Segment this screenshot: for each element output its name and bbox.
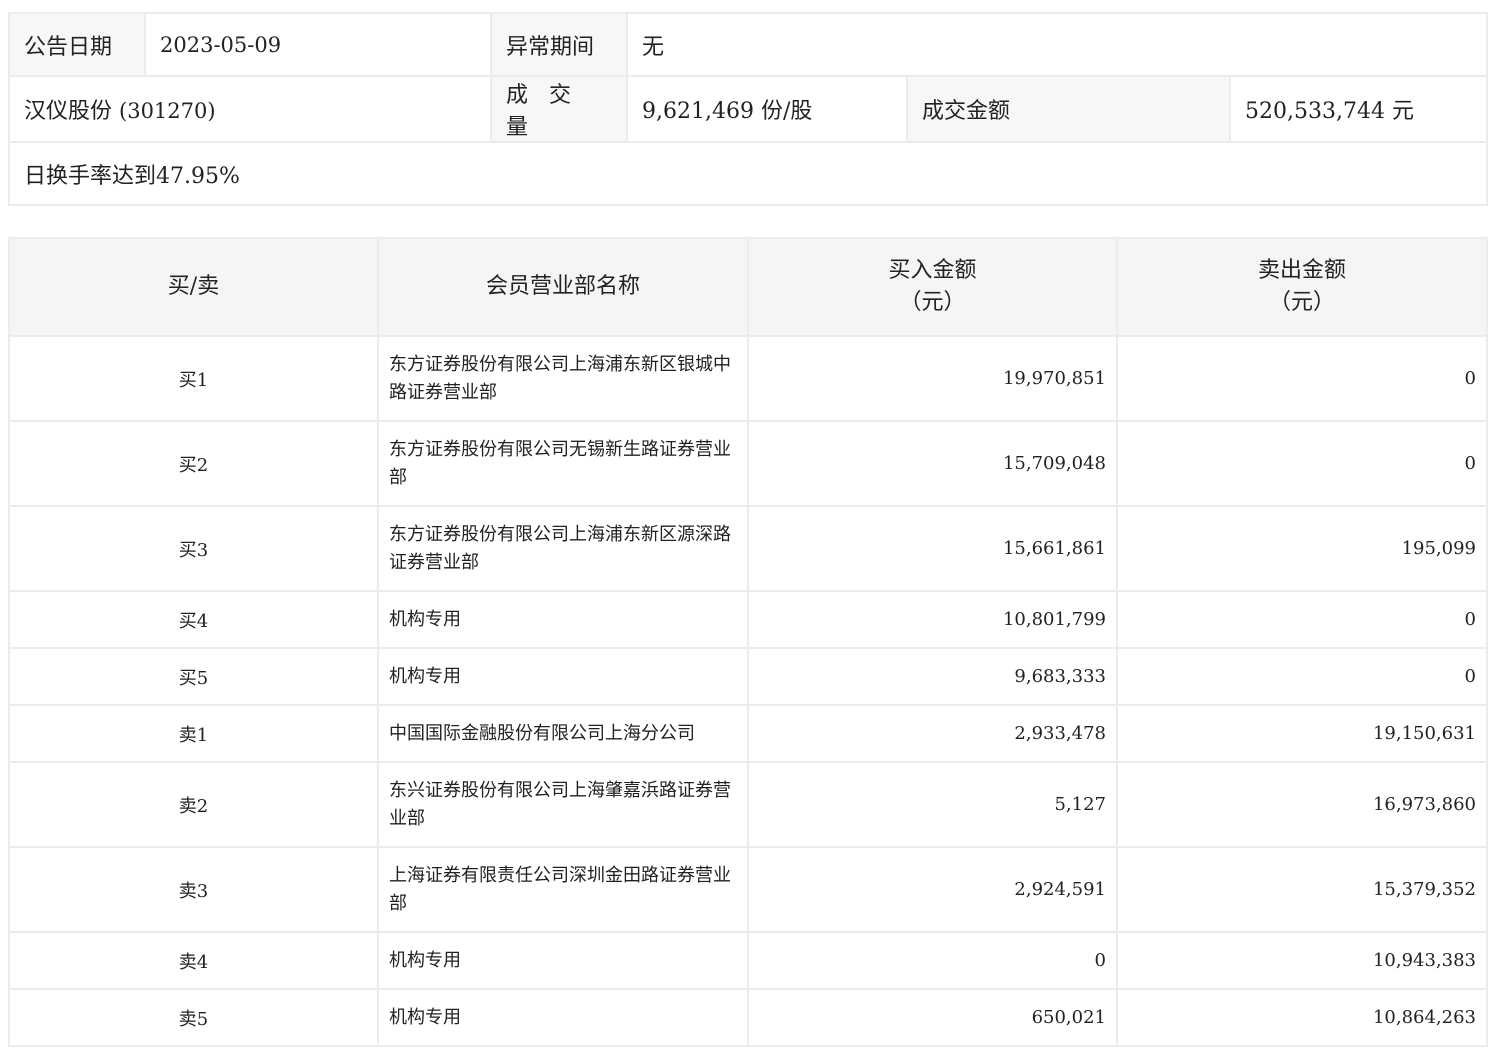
abnormal-period-value: 无: [625, 12, 1489, 77]
table-row: 买5 机构专用 9,683,333 0: [8, 647, 1488, 706]
header-buy-amount: 买入金额 （元）: [747, 237, 1118, 337]
buy-amount-cell: 19,970,851: [747, 335, 1118, 422]
abnormal-period-label: 异常期间: [490, 12, 628, 77]
side-cell: 买4: [8, 590, 379, 649]
sell-amount-cell: 0: [1116, 420, 1488, 507]
header-side: 买/卖: [8, 237, 379, 337]
stock-name: 汉仪股份: [24, 99, 113, 124]
buy-amount-cell: 650,021: [747, 988, 1118, 1047]
side-cell: 买5: [8, 647, 379, 706]
broker-name-cell: 机构专用: [377, 931, 749, 990]
side-cell: 卖2: [8, 761, 379, 848]
sell-amount-cell: 10,864,263: [1116, 988, 1488, 1047]
date-value: 2023-05-09: [144, 12, 492, 77]
buy-amount-cell: 0: [747, 931, 1118, 990]
buy-amount-cell: 9,683,333: [747, 647, 1118, 706]
side-cell: 卖4: [8, 931, 379, 990]
header-buy-title: 买入金额: [888, 258, 977, 283]
sell-amount-cell: 10,943,383: [1116, 931, 1488, 990]
broker-name-cell: 机构专用: [377, 988, 749, 1047]
header-sell-title: 卖出金额: [1257, 258, 1346, 283]
buy-amount-cell: 2,924,591: [747, 846, 1118, 933]
table-row: 卖2 东兴证券股份有限公司上海肇嘉浜路证券营业部 5,127 16,973,86…: [8, 761, 1488, 848]
table-row: 卖1 中国国际金融股份有限公司上海分公司 2,933,478 19,150,63…: [8, 704, 1488, 763]
summary-row-reason: 日换手率达到47.95%: [7, 141, 1489, 206]
side-cell: 买1: [8, 335, 379, 422]
broker-name-cell: 东兴证券股份有限公司上海肇嘉浜路证券营业部: [377, 761, 749, 848]
sell-amount-cell: 0: [1116, 647, 1488, 706]
date-label: 公告日期: [8, 12, 146, 77]
table-row: 卖4 机构专用 0 10,943,383: [8, 931, 1488, 990]
header-sell-amount: 卖出金额 （元）: [1116, 237, 1488, 337]
sell-amount-cell: 195,099: [1116, 505, 1488, 592]
table-row: 买2 东方证券股份有限公司无锡新生路证券营业部 15,709,048 0: [8, 420, 1488, 507]
sell-amount-cell: 15,379,352: [1116, 846, 1488, 933]
header-broker-name: 会员营业部名称: [377, 237, 749, 337]
header-sell-unit: （元）: [1268, 290, 1335, 315]
broker-name-cell: 东方证券股份有限公司上海浦东新区银城中路证券营业部: [377, 335, 749, 422]
buy-amount-cell: 5,127: [747, 761, 1118, 848]
stock-code: (301270): [119, 99, 216, 123]
side-cell: 买2: [8, 420, 379, 507]
sell-amount-cell: 0: [1116, 335, 1488, 422]
side-cell: 卖3: [8, 846, 379, 933]
table-row: 买1 东方证券股份有限公司上海浦东新区银城中路证券营业部 19,970,851 …: [8, 335, 1488, 422]
side-cell: 卖1: [8, 704, 379, 763]
header-buy-unit: （元）: [899, 290, 966, 315]
buy-amount-cell: 2,933,478: [747, 704, 1118, 763]
broker-name-cell: 上海证券有限责任公司深圳金田路证券营业部: [377, 846, 749, 933]
table-row: 买4 机构专用 10,801,799 0: [8, 590, 1488, 649]
broker-name-cell: 机构专用: [377, 647, 749, 706]
sell-amount-cell: 16,973,860: [1116, 761, 1488, 848]
buy-amount-cell: 15,661,861: [747, 505, 1118, 592]
broker-detail-table: 买/卖 会员营业部名称 买入金额 （元） 卖出金额 （元） 买1 东方证券股份有…: [8, 237, 1488, 1047]
amount-value: 520,533,744 元: [1228, 75, 1489, 143]
table-row: 卖5 机构专用 650,021 10,864,263: [8, 988, 1488, 1047]
broker-name-cell: 机构专用: [377, 590, 749, 649]
table-header-row: 买/卖 会员营业部名称 买入金额 （元） 卖出金额 （元）: [8, 237, 1488, 337]
summary-row-trade: 汉仪股份 (301270) 成 交 量 9,621,469 份/股 成交金额 5…: [8, 75, 1489, 143]
summary-row-date: 公告日期 2023-05-09 异常期间 无: [8, 12, 1489, 77]
buy-amount-cell: 15,709,048: [747, 420, 1118, 507]
table-row: 买3 东方证券股份有限公司上海浦东新区源深路证券营业部 15,661,861 1…: [8, 505, 1488, 592]
side-cell: 卖5: [8, 988, 379, 1047]
reason-text: 日换手率达到47.95%: [7, 141, 1489, 206]
broker-name-cell: 东方证券股份有限公司无锡新生路证券营业部: [377, 420, 749, 507]
volume-label: 成 交 量: [490, 75, 628, 143]
broker-name-cell: 中国国际金融股份有限公司上海分公司: [377, 704, 749, 763]
table-row: 卖3 上海证券有限责任公司深圳金田路证券营业部 2,924,591 15,379…: [8, 846, 1488, 933]
stock-cell: 汉仪股份 (301270): [8, 75, 492, 143]
volume-value: 9,621,469 份/股: [626, 75, 908, 143]
sell-amount-cell: 0: [1116, 590, 1488, 649]
summary-table: 公告日期 2023-05-09 异常期间 无 汉仪股份 (301270) 成 交…: [7, 12, 1489, 206]
sell-amount-cell: 19,150,631: [1116, 704, 1488, 763]
buy-amount-cell: 10,801,799: [747, 590, 1118, 649]
side-cell: 买3: [8, 505, 379, 592]
amount-label: 成交金额: [906, 75, 1231, 143]
broker-name-cell: 东方证券股份有限公司上海浦东新区源深路证券营业部: [377, 505, 749, 592]
